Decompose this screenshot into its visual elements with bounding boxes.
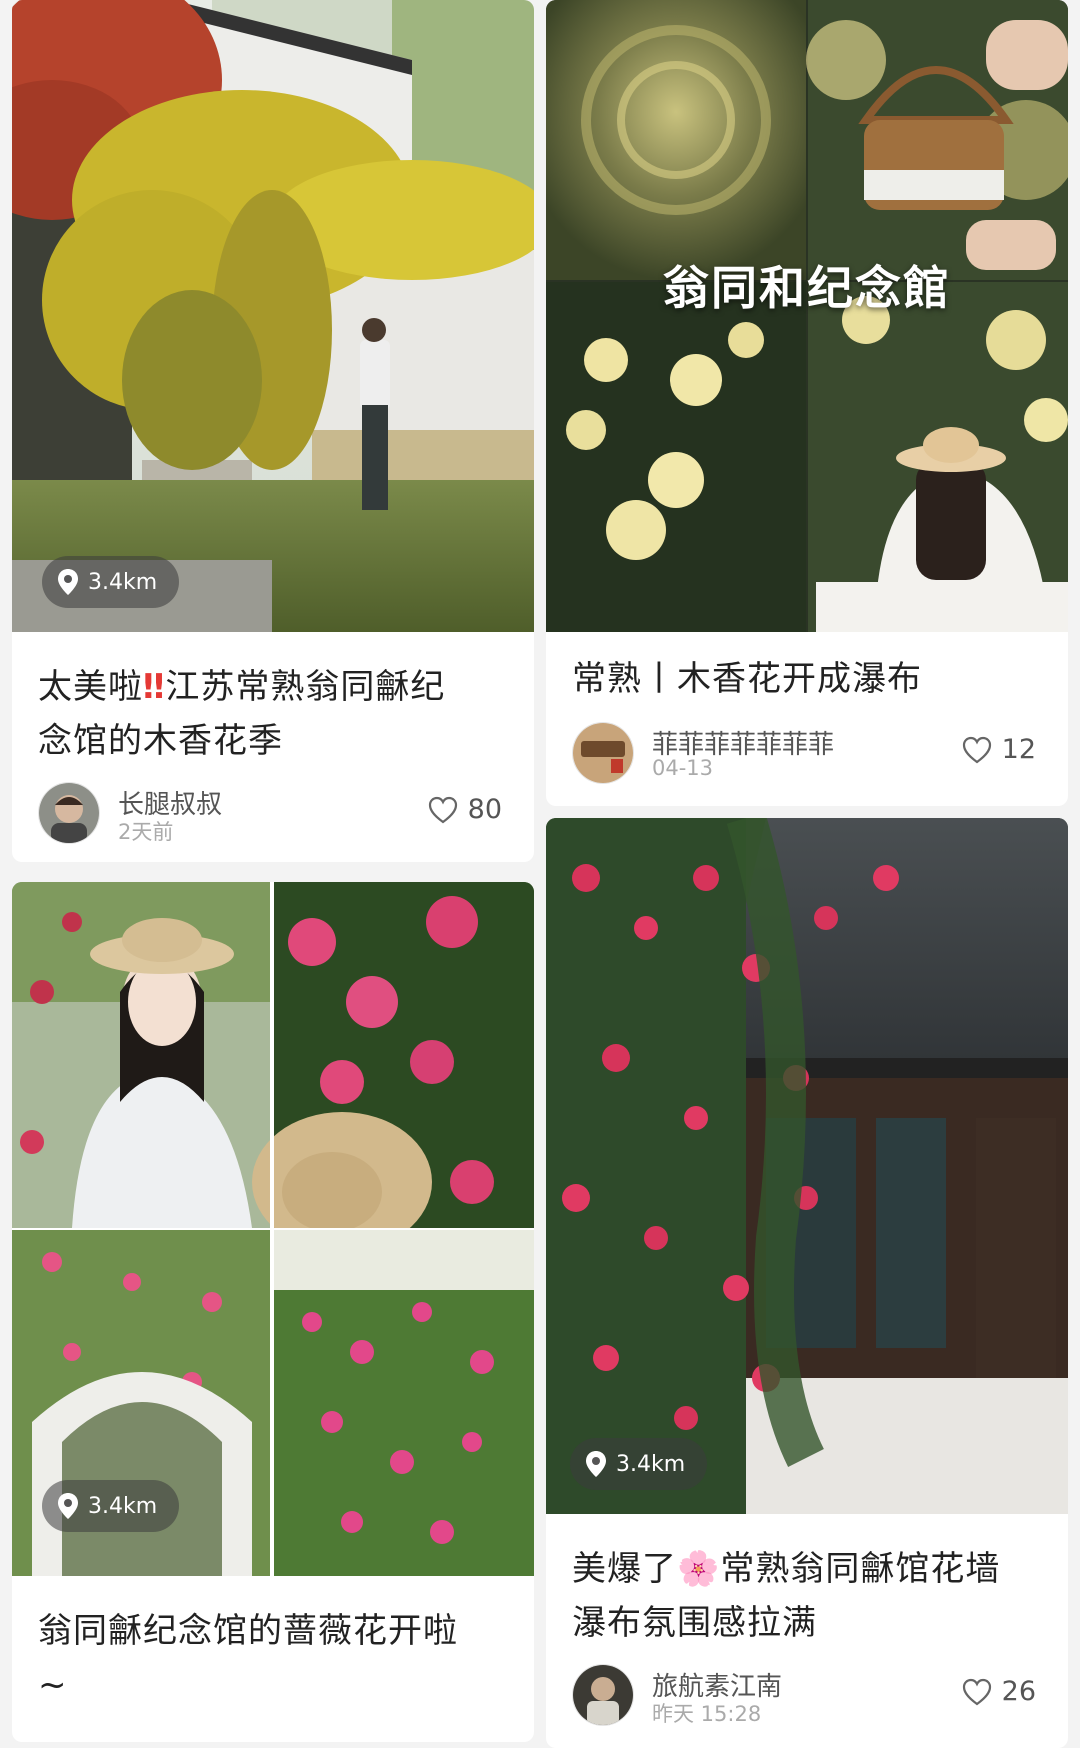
double-exclamation-icon: ‼	[143, 667, 166, 707]
distance-text: 3.4km	[88, 1493, 158, 1519]
avatar[interactable]	[38, 782, 100, 844]
like-button[interactable]: 80	[428, 794, 502, 825]
post-time: 2天前	[118, 820, 174, 844]
post-meta: 菲菲菲菲菲菲菲 04-13 12	[572, 722, 1042, 786]
like-button[interactable]: 12	[962, 734, 1036, 765]
distance-text: 3.4km	[88, 569, 158, 595]
post-title[interactable]: 常熟丨木香花开成瀑布	[572, 652, 1042, 706]
distance-badge: 3.4km	[42, 556, 180, 608]
distance-badge: 3.4km	[570, 1438, 708, 1490]
location-pin-icon	[58, 569, 78, 595]
rose-wall-photo	[546, 818, 1068, 1514]
post-title[interactable]: 翁同龢纪念馆的蔷薇花开啦 ~	[38, 1604, 508, 1712]
post-card-1[interactable]: 3.4km 太美啦‼江苏常熟翁同龢纪 念馆的木香花季 长腿叔叔 2天前 80	[12, 0, 534, 862]
post-meta: 旅航素江南 昨天 15:28 26	[572, 1664, 1042, 1728]
post-card-3[interactable]: 3.4km 翁同龢纪念馆的蔷薇花开啦 ~	[12, 882, 534, 1742]
like-button[interactable]: 26	[962, 1676, 1036, 1707]
cover-overlay-text: 翁同和纪念館	[663, 261, 951, 315]
post-time: 04-13	[652, 756, 714, 780]
post-time: 昨天 15:28	[652, 1702, 762, 1726]
avatar[interactable]	[572, 1664, 634, 1726]
post-title[interactable]: 太美啦‼江苏常熟翁同龢纪 念馆的木香花季	[38, 660, 508, 768]
location-pin-icon	[58, 1493, 78, 1519]
post-cover-image[interactable]: 3.4km	[12, 882, 534, 1576]
post-cover-image[interactable]: 3.4km	[546, 818, 1068, 1514]
post-card-2[interactable]: 翁同和纪念館 常熟丨木香花开成瀑布 菲菲菲菲菲菲菲 04-13 12	[546, 0, 1068, 806]
heart-outline-icon	[428, 796, 457, 823]
distance-badge: 3.4km	[42, 1480, 180, 1532]
post-title[interactable]: 美爆了🌸常熟翁同龢馆花墙 瀑布氛围感拉满	[572, 1542, 1042, 1650]
cherry-blossom-icon: 🌸	[677, 1549, 721, 1589]
distance-text: 3.4km	[616, 1451, 686, 1477]
post-meta: 长腿叔叔 2天前 80	[38, 782, 508, 846]
like-count: 12	[1001, 734, 1036, 765]
heart-outline-icon	[962, 736, 991, 763]
heart-outline-icon	[962, 1678, 991, 1705]
post-cover-image[interactable]: 3.4km	[12, 0, 534, 632]
rose-collage-photo	[12, 882, 534, 1576]
post-card-4[interactable]: 3.4km 美爆了🌸常熟翁同龢馆花墙 瀑布氛围感拉满 旅航素江南 昨天 15:2…	[546, 818, 1068, 1748]
like-count: 80	[467, 794, 502, 825]
garden-photo	[12, 0, 534, 632]
location-pin-icon	[586, 1451, 606, 1477]
like-count: 26	[1001, 1676, 1036, 1707]
post-cover-image[interactable]: 翁同和纪念館	[546, 0, 1068, 632]
avatar[interactable]	[572, 722, 634, 784]
